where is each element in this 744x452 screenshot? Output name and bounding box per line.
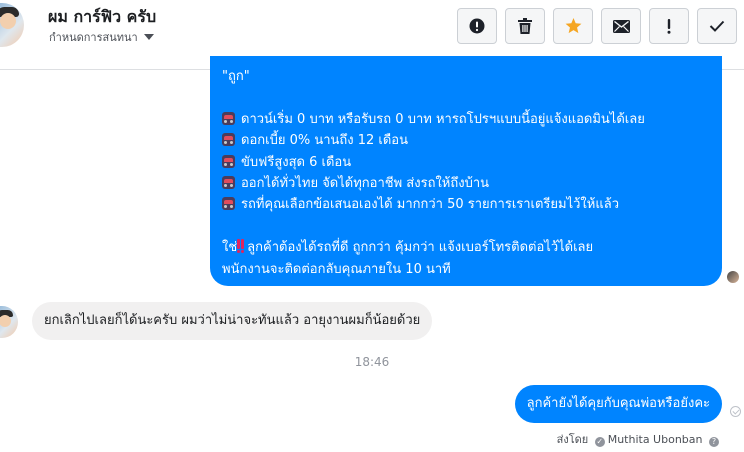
- closing-text: ลูกค้าต้องได้รถที่ดี ถูกกว่า คุ้มกว่า แจ…: [247, 240, 594, 256]
- envelope-icon: [612, 19, 630, 33]
- conversation-assign-dropdown[interactable]: กำหนดการสนทนา: [49, 28, 154, 46]
- car-emoji-icon: [222, 197, 235, 211]
- list-item: รถที่คุณเลือกข้อเสนอเองได้ มากกว่า 50 รา…: [222, 194, 722, 215]
- car-emoji-icon: [222, 175, 235, 189]
- message-text-line: พนักงานจะติดต่อกลับคุณภายใน 10 นาที: [222, 261, 451, 277]
- list-item-text: ดอกเบี้ย 0% นานถึง 12 เดือน: [241, 133, 409, 149]
- list-item-text: ดาวน์เริ่ม 0 บาท หรือรับรถ 0 บาท หารถโปร…: [241, 111, 645, 127]
- assign-label: กำหนดการสนทนา: [49, 31, 138, 44]
- list-item-text: ขับฟรีสูงสุด 6 เดือน: [241, 154, 352, 170]
- list-item: ดาวน์เริ่ม 0 บาท หรือรับรถ 0 บาท หารถโปร…: [222, 109, 722, 130]
- seen-avatar: [727, 271, 739, 283]
- star-icon: [565, 18, 581, 34]
- help-icon[interactable]: ?: [709, 437, 719, 447]
- message-text-line: "ถูก": [222, 69, 250, 84]
- list-item-text: ออกได้ทั่วไทย จัดได้ทุกอาชีพ ส่งรถให้ถึง…: [241, 175, 490, 191]
- checkmark-icon: [709, 20, 725, 32]
- delete-button[interactable]: [505, 8, 545, 44]
- incoming-message[interactable]: ยกเลิกไปเลยก็ได้นะครับ ผมว่าไม่น่าจะทันแ…: [32, 302, 433, 340]
- sent-by-label: ส่งโดย: [556, 433, 589, 446]
- report-button[interactable]: [457, 8, 497, 44]
- car-emoji-icon: [222, 133, 235, 147]
- caret-down-icon: [143, 34, 154, 40]
- exclamation-circle-icon: [469, 18, 485, 34]
- contact-name[interactable]: ผม การ์ฟิว ครับ: [48, 5, 156, 30]
- star-button[interactable]: [553, 8, 593, 44]
- outgoing-message-long[interactable]: "ถูก" ดาวน์เริ่ม 0 บาท หรือรับรถ 0 บาท ห…: [210, 56, 722, 286]
- list-item: ขับฟรีสูงสุด 6 เดือน: [222, 152, 722, 173]
- mark-unread-button[interactable]: [601, 8, 641, 44]
- message-timestamp: 18:46: [354, 355, 390, 369]
- exclamation-icon: [667, 18, 671, 34]
- message-text-line: ใช่ ลูกค้าต้องได้รถที่ดี ถูกกว่า คุ้มกว่า…: [222, 237, 722, 258]
- list-item-text: รถที่คุณเลือกข้อเสนอเองได้ มากกว่า 50 รา…: [241, 197, 619, 213]
- sent-by-line: ส่งโดย ✓ Muthita Ubonban ?: [557, 430, 722, 448]
- car-emoji-icon: [222, 154, 235, 168]
- sender-avatar[interactable]: [0, 306, 18, 338]
- car-emoji-icon: [222, 111, 235, 125]
- contact-avatar[interactable]: [0, 3, 24, 47]
- sent-by-name: Muthita Ubonban: [607, 433, 703, 446]
- sent-check-icon: [730, 406, 741, 417]
- done-button[interactable]: [697, 8, 737, 44]
- list-item: ดอกเบี้ย 0% นานถึง 12 เดือน: [222, 130, 722, 151]
- closing-prefix: ใช่: [222, 240, 238, 256]
- flag-button[interactable]: [649, 8, 689, 44]
- verified-icon: ✓: [594, 437, 605, 447]
- outgoing-message[interactable]: ลูกค้ายังได้คุยกับคุณพ่อหรือยังคะ: [514, 385, 722, 423]
- double-exclamation-icon: [237, 239, 245, 254]
- list-item: ออกได้ทั่วไทย จัดได้ทุกอาชีพ ส่งรถให้ถึง…: [222, 173, 722, 194]
- trash-icon: [518, 18, 532, 34]
